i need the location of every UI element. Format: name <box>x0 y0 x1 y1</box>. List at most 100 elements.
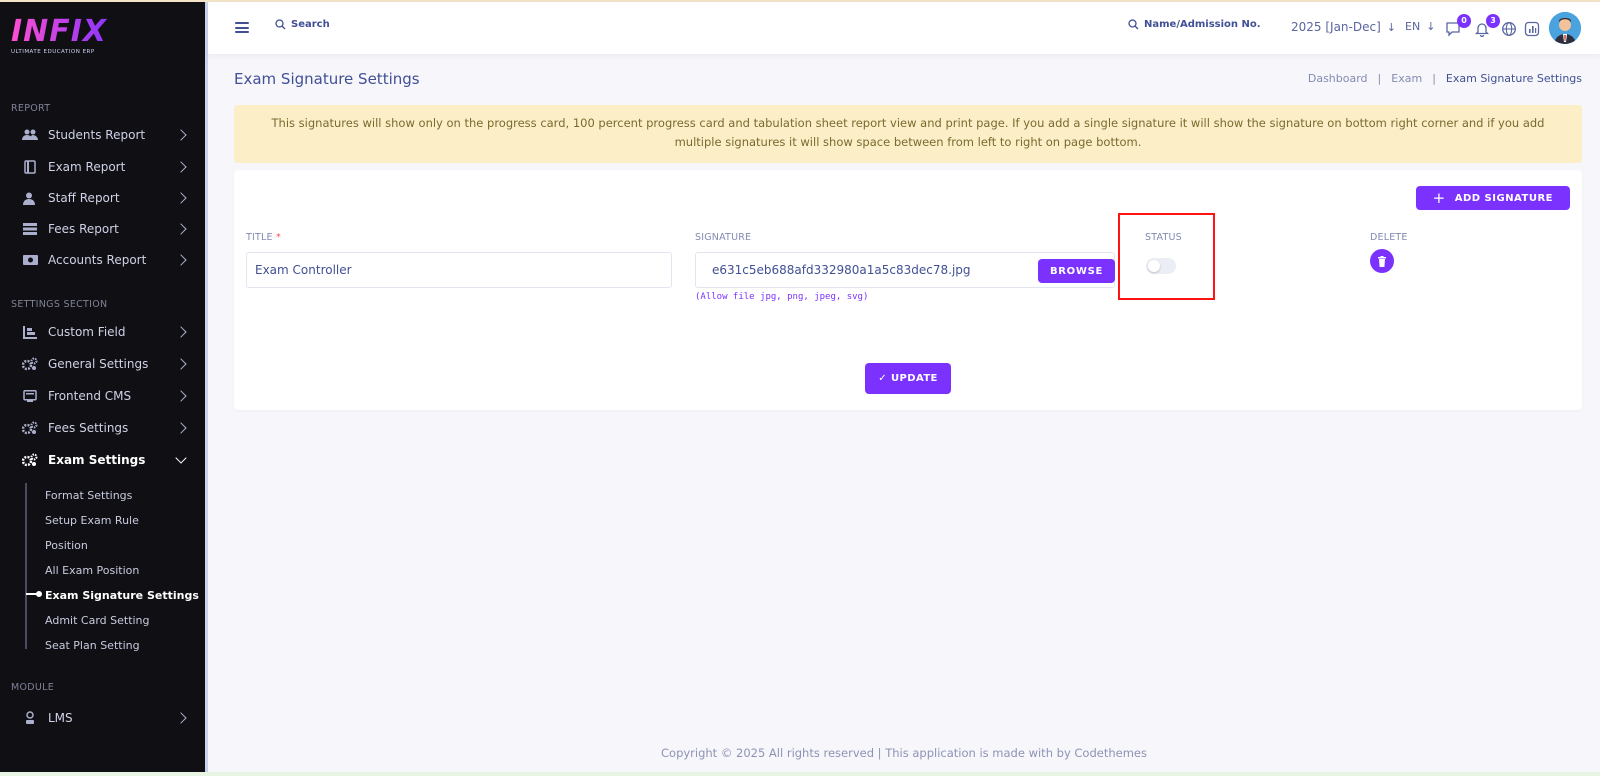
sidebar-item-exam-report[interactable]: Exam Report <box>0 153 205 181</box>
signature-card: + ADD SIGNATURE TITLE * SIGNATURE STATUS… <box>234 170 1582 410</box>
sidebar-item-label: Exam Report <box>48 160 126 174</box>
chevron-right-icon <box>175 358 187 370</box>
sidebar-item-label: Staff Report <box>48 191 120 205</box>
students-icon <box>22 128 38 142</box>
sidebar-item-label: Fees Report <box>48 222 119 236</box>
student-search-input[interactable] <box>1144 19 1284 30</box>
check-icon: ✓ <box>878 373 887 384</box>
section-title-settings: SETTINGS SECTION <box>11 299 108 310</box>
sidebar-item-label: LMS <box>48 711 73 725</box>
sidebar-item-label: Custom Field <box>48 325 126 339</box>
sidebar-item-custom-field[interactable]: Custom Field <box>0 318 205 346</box>
plus-icon: + <box>1432 189 1446 207</box>
cms-icon <box>22 389 38 403</box>
submenu-item-setup-exam-rule[interactable]: Setup Exam Rule <box>45 514 139 527</box>
chevron-right-icon <box>175 129 187 141</box>
sidebar-item-fees-report[interactable]: Fees Report <box>0 215 205 243</box>
breadcrumb-separator: | <box>1432 72 1436 85</box>
custom-field-icon <box>22 325 38 339</box>
top-bar: 2025 [Jan-Dec] ↓ EN ↓ 0 3 <box>208 2 1600 54</box>
section-title-module: MODULE <box>11 682 55 693</box>
sidebar-item-exam-settings[interactable]: Exam Settings <box>0 446 205 474</box>
add-signature-label: ADD SIGNATURE <box>1454 192 1553 204</box>
trash-icon <box>1378 255 1386 267</box>
submenu-item-all-exam-position[interactable]: All Exam Position <box>45 564 139 577</box>
sidebar-item-students-report[interactable]: Students Report <box>0 121 205 149</box>
sidebar-item-label: Frontend CMS <box>48 389 132 403</box>
student-search <box>1128 19 1284 30</box>
submenu-item-format-settings[interactable]: Format Settings <box>45 489 132 502</box>
browse-button[interactable]: BROWSE <box>1038 259 1115 283</box>
sidebar-item-fees-settings[interactable]: Fees Settings <box>0 414 205 442</box>
sidebar-item-label: Students Report <box>48 128 146 142</box>
lms-icon <box>22 711 38 725</box>
update-button[interactable]: ✓ UPDATE <box>865 363 951 394</box>
session-label: 2025 [Jan-Dec] <box>1291 20 1381 34</box>
signature-column-label: SIGNATURE <box>695 232 752 243</box>
file-type-hint: (Allow file jpg, png, jpeg, svg) <box>695 292 869 302</box>
sidebar-item-label: Fees Settings <box>48 421 129 435</box>
sidebar-scrollbar[interactable] <box>205 472 208 772</box>
search-icon <box>275 19 286 30</box>
footer-copyright: Copyright © 2025 All rights reserved | T… <box>661 746 1147 760</box>
fees-report-icon <box>22 222 38 236</box>
sidebar-item-label: Accounts Report <box>48 253 147 267</box>
gears-icon <box>22 357 38 371</box>
required-mark: * <box>275 232 281 243</box>
chevron-right-icon <box>175 390 187 402</box>
chevron-right-icon <box>175 326 187 338</box>
title-input[interactable] <box>246 252 672 288</box>
search-icon <box>1128 19 1139 30</box>
submenu-item-seat-plan-setting[interactable]: Seat Plan Setting <box>45 639 140 652</box>
exam-report-icon <box>22 160 38 174</box>
reports-chart-icon[interactable] <box>1524 21 1540 37</box>
section-title-report: REPORT <box>11 103 51 114</box>
user-avatar[interactable] <box>1549 12 1581 44</box>
language-selector[interactable]: EN ↓ <box>1405 20 1435 33</box>
submenu-item-exam-signature-settings[interactable]: Exam Signature Settings <box>45 589 199 602</box>
sidebar-item-lms[interactable]: LMS <box>0 704 205 732</box>
breadcrumb: Dashboard | Exam | Exam Signature Settin… <box>1308 72 1582 85</box>
chevron-right-icon <box>175 223 187 235</box>
signature-file-name: e631c5eb688afd332980a1a5c83dec78.jpg <box>712 263 971 277</box>
title-label: TITLE <box>246 232 273 243</box>
session-selector[interactable]: 2025 [Jan-Dec] ↓ <box>1291 20 1396 34</box>
chevron-right-icon <box>175 192 187 204</box>
signature-file-field[interactable]: e631c5eb688afd332980a1a5c83dec78.jpg BRO… <box>695 252 1115 288</box>
language-label: EN <box>1405 20 1421 33</box>
notifications-badge: 3 <box>1486 14 1500 28</box>
delete-column-label: DELETE <box>1370 232 1408 243</box>
chevron-down-icon <box>175 452 187 464</box>
logo-tagline: ULTIMATE EDUCATION ERP <box>11 49 95 55</box>
page-title: Exam Signature Settings <box>234 70 420 88</box>
add-signature-button[interactable]: + ADD SIGNATURE <box>1415 186 1570 210</box>
messages-icon[interactable]: 0 <box>1445 14 1471 37</box>
messages-badge: 0 <box>1457 14 1471 28</box>
breadcrumb-exam[interactable]: Exam <box>1391 72 1422 85</box>
update-label: UPDATE <box>891 373 938 384</box>
breadcrumb-dashboard[interactable]: Dashboard <box>1308 72 1368 85</box>
delete-button[interactable] <box>1370 249 1394 273</box>
menu-toggle-icon[interactable] <box>235 22 249 33</box>
submenu-item-admit-card-setting[interactable]: Admit Card Setting <box>45 614 150 627</box>
sidebar-item-frontend-cms[interactable]: Frontend CMS <box>0 382 205 410</box>
submenu-line <box>25 483 27 649</box>
title-column-label: TITLE * <box>246 232 281 243</box>
chevron-right-icon <box>175 254 187 266</box>
submenu-item-position[interactable]: Position <box>45 539 88 552</box>
chevron-right-icon <box>175 712 187 724</box>
sidebar-item-general-settings[interactable]: General Settings <box>0 350 205 378</box>
notifications-icon[interactable]: 3 <box>1474 14 1500 38</box>
money-icon <box>22 253 38 267</box>
chevron-right-icon <box>175 161 187 173</box>
globe-icon[interactable] <box>1501 21 1517 37</box>
sidebar-item-label: General Settings <box>48 357 149 371</box>
sidebar: INFIX ULTIMATE EDUCATION ERP REPORT Stud… <box>0 2 208 772</box>
sidebar-item-accounts-report[interactable]: Accounts Report <box>0 246 205 274</box>
info-alert: This signatures will show only on the pr… <box>234 105 1582 163</box>
sidebar-item-label: Exam Settings <box>48 453 146 467</box>
search-input[interactable] <box>291 19 411 30</box>
sidebar-item-staff-report[interactable]: Staff Report <box>0 184 205 212</box>
app-logo[interactable]: INFIX ULTIMATE EDUCATION ERP <box>11 16 121 60</box>
breadcrumb-current: Exam Signature Settings <box>1445 72 1582 85</box>
